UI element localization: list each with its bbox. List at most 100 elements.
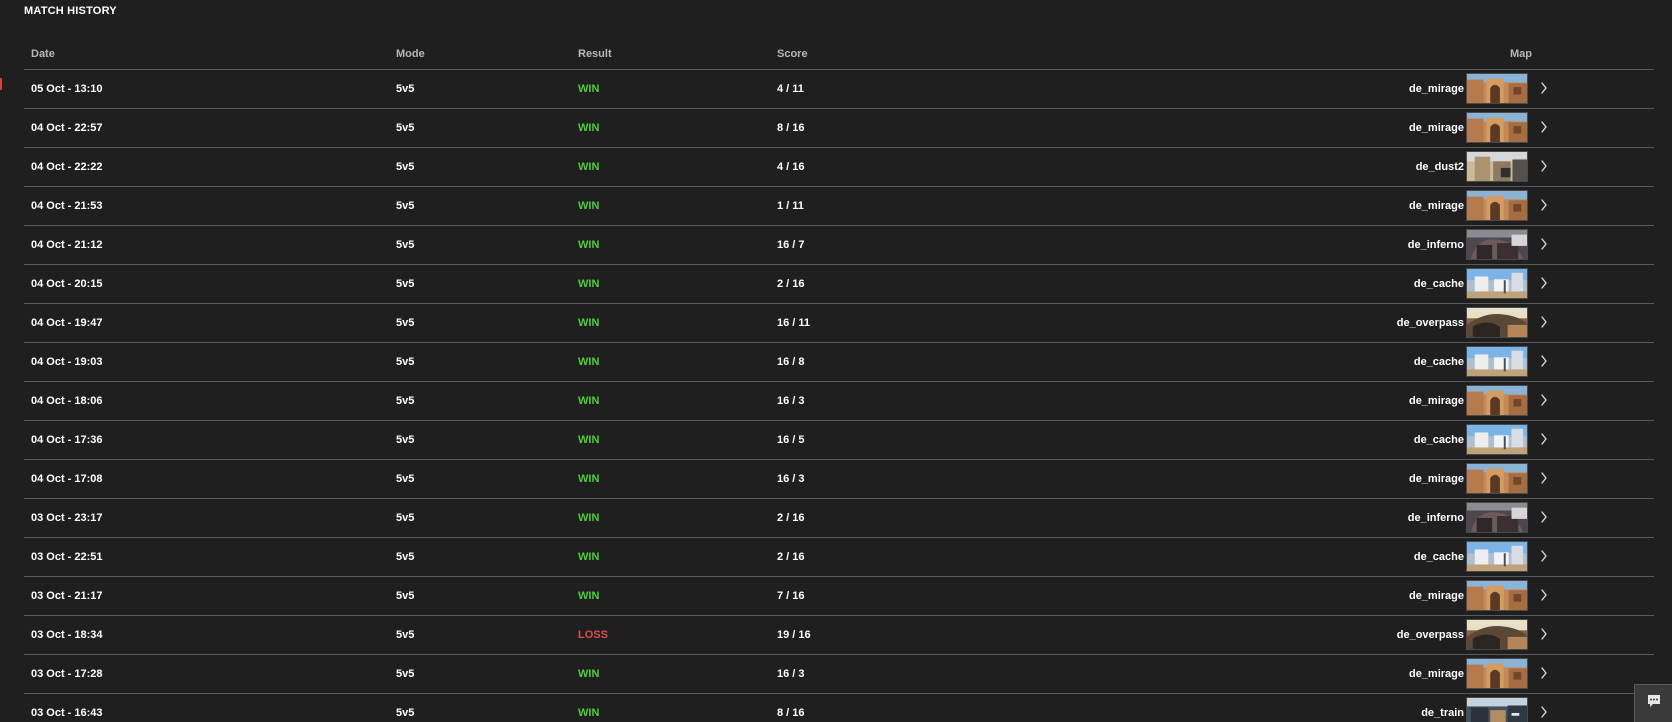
row-result: WIN (578, 590, 600, 602)
row-score: 16 / 7 (777, 239, 805, 251)
map-thumbnail (1466, 112, 1528, 143)
chevron-right-icon[interactable] (1538, 80, 1550, 96)
row-result: WIN (578, 473, 600, 485)
row-map-name: de_cache (1413, 278, 1464, 290)
map-thumbnail (1466, 151, 1528, 182)
row-map-name: de_mirage (1408, 473, 1464, 485)
map-thumbnail (1466, 268, 1528, 299)
row-map-name: de_train (1421, 707, 1464, 719)
row-mode: 5v5 (396, 590, 415, 602)
chevron-right-icon[interactable] (1538, 392, 1550, 408)
chevron-right-icon[interactable] (1538, 197, 1550, 213)
row-date: 03 Oct - 18:34 (31, 629, 103, 641)
table-row[interactable]: 04 Oct - 19:47 5v5 WIN 16 / 11 de_overpa… (24, 304, 1654, 343)
chevron-right-icon[interactable] (1538, 314, 1550, 330)
row-result: WIN (578, 161, 600, 173)
row-score: 16 / 3 (777, 395, 805, 407)
row-result: WIN (578, 356, 600, 368)
table-row[interactable]: 04 Oct - 20:15 5v5 WIN 2 / 16 de_cache (24, 265, 1654, 304)
row-mode: 5v5 (396, 83, 415, 95)
row-score: 16 / 5 (777, 434, 805, 446)
table-row[interactable]: 03 Oct - 17:28 5v5 WIN 16 / 3 de_mirage (24, 655, 1654, 694)
row-date: 04 Oct - 20:15 (31, 278, 103, 290)
table-row[interactable]: 03 Oct - 23:17 5v5 WIN 2 / 16 de_inferno (24, 499, 1654, 538)
page-title: MATCH HISTORY (24, 5, 117, 17)
chevron-right-icon[interactable] (1538, 236, 1550, 252)
row-mode: 5v5 (396, 317, 415, 329)
row-map-name: de_mirage (1408, 395, 1464, 407)
row-result: WIN (578, 317, 600, 329)
table-row[interactable]: 04 Oct - 18:06 5v5 WIN 16 / 3 de_mirage (24, 382, 1654, 421)
map-thumbnail (1466, 346, 1528, 377)
row-score: 19 / 16 (777, 629, 811, 641)
row-mode: 5v5 (396, 668, 415, 680)
chevron-right-icon[interactable] (1538, 665, 1550, 681)
row-date: 03 Oct - 16:43 (31, 707, 103, 719)
chevron-right-icon[interactable] (1538, 275, 1550, 291)
chat-button[interactable] (1634, 684, 1672, 722)
row-mode: 5v5 (396, 473, 415, 485)
table-row[interactable]: 04 Oct - 22:22 5v5 WIN 4 / 16 de_dust2 (24, 148, 1654, 187)
chevron-right-icon[interactable] (1538, 431, 1550, 447)
table-row[interactable]: 05 Oct - 13:10 5v5 WIN 4 / 11 de_mirage (24, 70, 1654, 109)
chevron-right-icon[interactable] (1538, 509, 1550, 525)
row-map-name: de_mirage (1408, 200, 1464, 212)
row-score: 8 / 16 (777, 707, 805, 719)
row-map-name: de_overpass (1396, 629, 1464, 641)
row-result: WIN (578, 200, 600, 212)
map-thumbnail (1466, 229, 1528, 260)
row-result: WIN (578, 707, 600, 719)
table-row[interactable]: 04 Oct - 21:53 5v5 WIN 1 / 11 de_mirage (24, 187, 1654, 226)
chevron-right-icon[interactable] (1538, 587, 1550, 603)
row-date: 04 Oct - 17:36 (31, 434, 103, 446)
chevron-right-icon[interactable] (1538, 158, 1550, 174)
column-header-result: Result (578, 48, 612, 60)
row-mode: 5v5 (396, 239, 415, 251)
row-score: 16 / 8 (777, 356, 805, 368)
chevron-right-icon[interactable] (1538, 470, 1550, 486)
row-score: 16 / 11 (777, 317, 811, 329)
chevron-right-icon[interactable] (1538, 626, 1550, 642)
row-date: 03 Oct - 21:17 (31, 590, 103, 602)
chevron-right-icon[interactable] (1538, 353, 1550, 369)
map-thumbnail (1466, 307, 1528, 338)
chevron-right-icon[interactable] (1538, 119, 1550, 135)
row-map-name: de_inferno (1407, 239, 1464, 251)
row-mode: 5v5 (396, 629, 415, 641)
table-row[interactable]: 04 Oct - 19:03 5v5 WIN 16 / 8 de_cache (24, 343, 1654, 382)
table-row[interactable]: 04 Oct - 17:08 5v5 WIN 16 / 3 de_mirage (24, 460, 1654, 499)
row-date: 03 Oct - 22:51 (31, 551, 103, 563)
table-header: Date Mode Result Score Map (24, 40, 1654, 70)
row-date: 04 Oct - 18:06 (31, 395, 103, 407)
match-history-page: MATCH HISTORY Date Mode Result Score Map… (0, 0, 1672, 722)
row-result: WIN (578, 668, 600, 680)
column-header-date: Date (31, 48, 55, 60)
row-date: 04 Oct - 21:53 (31, 200, 103, 212)
row-map-name: de_mirage (1408, 590, 1464, 602)
map-thumbnail (1466, 580, 1528, 611)
map-thumbnail (1466, 619, 1528, 650)
table-row[interactable]: 04 Oct - 17:36 5v5 WIN 16 / 5 de_cache (24, 421, 1654, 460)
row-date: 04 Oct - 21:12 (31, 239, 103, 251)
table-row[interactable]: 04 Oct - 22:57 5v5 WIN 8 / 16 de_mirage (24, 109, 1654, 148)
map-thumbnail (1466, 541, 1528, 572)
row-map-name: de_mirage (1408, 83, 1464, 95)
row-map-name: de_cache (1413, 434, 1464, 446)
table-row[interactable]: 04 Oct - 21:12 5v5 WIN 16 / 7 de_inferno (24, 226, 1654, 265)
row-result: WIN (578, 434, 600, 446)
table-row[interactable]: 03 Oct - 21:17 5v5 WIN 7 / 16 de_mirage (24, 577, 1654, 616)
match-history-table: Date Mode Result Score Map 05 Oct - 13:1… (24, 40, 1654, 722)
row-score: 4 / 11 (777, 83, 804, 95)
table-row[interactable]: 03 Oct - 22:51 5v5 WIN 2 / 16 de_cache (24, 538, 1654, 577)
row-score: 16 / 3 (777, 668, 805, 680)
row-mode: 5v5 (396, 356, 415, 368)
table-row[interactable]: 03 Oct - 16:43 5v5 WIN 8 / 16 de_train (24, 694, 1654, 722)
column-header-score: Score (777, 48, 808, 60)
row-mode: 5v5 (396, 512, 415, 524)
left-accent-marker (0, 78, 2, 90)
table-row[interactable]: 03 Oct - 18:34 5v5 LOSS 19 / 16 de_overp… (24, 616, 1654, 655)
map-thumbnail (1466, 502, 1528, 533)
chevron-right-icon[interactable] (1538, 704, 1550, 720)
row-date: 03 Oct - 17:28 (31, 668, 103, 680)
chevron-right-icon[interactable] (1538, 548, 1550, 564)
